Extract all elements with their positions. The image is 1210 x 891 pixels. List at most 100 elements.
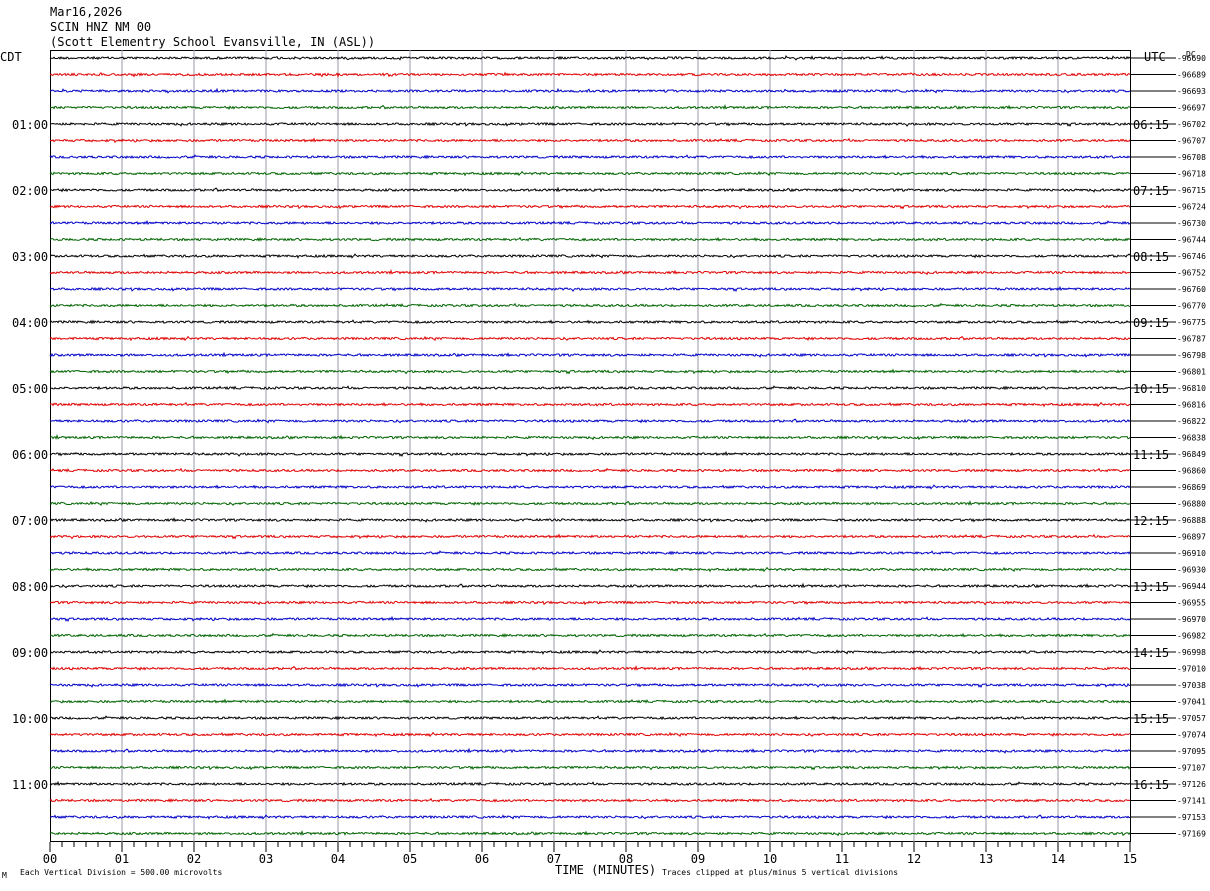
trace-row: [49, 253, 1131, 259]
right-hour-label: 10:15: [1133, 382, 1169, 396]
x-tick-label: 00: [43, 852, 57, 866]
trace-row: [49, 747, 1131, 754]
trace-row: [49, 401, 1131, 408]
trace-row: [49, 186, 1131, 193]
dc-offset-label: -97010: [1177, 665, 1206, 674]
dc-offset-label: -96944: [1177, 582, 1206, 591]
x-tick-label: 12: [907, 852, 921, 866]
dc-offset-label: -96693: [1177, 87, 1206, 96]
left-hour-labels: 01:00 02:00 03:00 04:00 05:00 06:00 07:00 08:00…: [12, 118, 48, 792]
dc-offset-label: -96689: [1177, 71, 1206, 80]
trace-row: [50, 137, 1131, 144]
trace-row: [49, 285, 1131, 292]
dc-offset-label: -96798: [1177, 351, 1206, 360]
x-axis-title: TIME (MINUTES): [555, 863, 656, 877]
x-tick-label: 13: [979, 852, 993, 866]
dc-offset-label: -96760: [1177, 285, 1206, 294]
trace-row: [49, 649, 1131, 655]
right-hour-label: 11:15: [1133, 448, 1169, 462]
right-hour-label: 12:15: [1133, 514, 1169, 528]
left-hour-label: 06:00: [12, 448, 48, 462]
trace-row: [49, 600, 1131, 606]
right-hour-label: 14:15: [1133, 646, 1169, 660]
x-tick-label: 15: [1123, 852, 1137, 866]
date-label: Mar16,2026: [50, 5, 122, 19]
dc-offset-label: -96708: [1177, 153, 1206, 162]
dc-offset-label: -96746: [1177, 252, 1206, 261]
trace-row: [49, 319, 1131, 325]
trace-row: [49, 484, 1131, 490]
trace-row: [49, 615, 1131, 622]
dc-offset-label: -96724: [1177, 203, 1206, 212]
dc-offset-label: -96998: [1177, 648, 1206, 657]
left-hour-label: 11:00: [12, 778, 48, 792]
trace-row: [49, 170, 1131, 177]
trace-row: [49, 434, 1131, 441]
x-tick-label: 10: [763, 852, 777, 866]
trace-row: [49, 204, 1131, 210]
dc-offset-label: -96707: [1177, 137, 1206, 146]
dc-offset-label: -97038: [1177, 681, 1206, 690]
right-hour-label: 09:15: [1133, 316, 1169, 330]
trace-row: [49, 219, 1131, 226]
dc-offset-label: -96955: [1177, 599, 1206, 608]
dc-offset-label: -96690: [1177, 54, 1206, 63]
dc-offset-label: -96787: [1177, 335, 1206, 344]
right-timezone-label: UTC: [1144, 50, 1166, 64]
trace-row: [49, 418, 1131, 424]
helicorder: Mar16,2026 SCIN HNZ NM 00 (Scott Element…: [0, 0, 1210, 886]
dc-offset-label: -96801: [1177, 368, 1206, 377]
plot-frame: [50, 50, 1131, 842]
trace-row: [49, 715, 1131, 721]
x-tick-label: 02: [187, 852, 201, 866]
left-hour-label: 04:00: [12, 316, 48, 330]
trace-row: [49, 698, 1131, 704]
dc-offset-label: -96910: [1177, 549, 1206, 558]
trace-row: [49, 104, 1131, 111]
trace-row: [49, 566, 1131, 573]
dc-offset-label: -96816: [1177, 401, 1206, 410]
trace-row: [49, 385, 1131, 391]
dc-offset-label: -96697: [1177, 104, 1206, 113]
trace-row: [49, 54, 1131, 61]
right-hour-label: 08:15: [1133, 250, 1169, 264]
right-hour-label: 07:15: [1133, 184, 1169, 198]
trace-row: [49, 582, 1131, 589]
x-tick-label: 05: [403, 852, 417, 866]
trace-row: [49, 682, 1131, 688]
dc-offset-label: -97169: [1177, 830, 1206, 839]
trace-row: [49, 335, 1131, 342]
left-hour-label: 10:00: [12, 712, 48, 726]
dc-offset-label: -96718: [1177, 170, 1206, 179]
trace-row: [49, 368, 1131, 375]
trace-rows: [49, 54, 1131, 837]
dc-offset-label: -96849: [1177, 450, 1206, 459]
dc-offset-label: -96810: [1177, 384, 1206, 393]
location-label: (Scott Elementry School Evansville, IN (…: [50, 35, 375, 49]
dc-offset-label: -96982: [1177, 632, 1206, 641]
trace-row: [49, 814, 1131, 820]
dc-offset-label: -97095: [1177, 747, 1206, 756]
x-tick-label: 06: [475, 852, 489, 866]
dc-offset-label: -96744: [1177, 236, 1206, 245]
trace-row: [49, 87, 1131, 94]
x-tick-label: 04: [331, 852, 345, 866]
trace-row: [49, 665, 1130, 672]
dc-offset-label: -97057: [1177, 714, 1206, 723]
dc-offset-label: -96970: [1177, 615, 1206, 624]
trace-row: [49, 269, 1131, 276]
dc-offset-label: -96775: [1177, 318, 1206, 327]
trace-row: [49, 450, 1131, 457]
left-hour-label: 07:00: [12, 514, 48, 528]
dc-offset-label: -97041: [1177, 698, 1206, 707]
dc-offset-label: -97141: [1177, 797, 1206, 806]
dc-offset-label: -96838: [1177, 434, 1206, 443]
dc-offset-label: -96822: [1177, 417, 1206, 426]
trace-row: [49, 121, 1131, 127]
dc-offset-label: -96880: [1177, 500, 1206, 509]
station-label: SCIN HNZ NM 00: [50, 20, 151, 34]
x-tick-label: 09: [691, 852, 705, 866]
dc-offset-label: -97126: [1177, 780, 1206, 789]
clip-note: Traces clipped at plus/minus 5 vertical …: [662, 868, 898, 877]
right-hour-label: 06:15: [1133, 118, 1169, 132]
